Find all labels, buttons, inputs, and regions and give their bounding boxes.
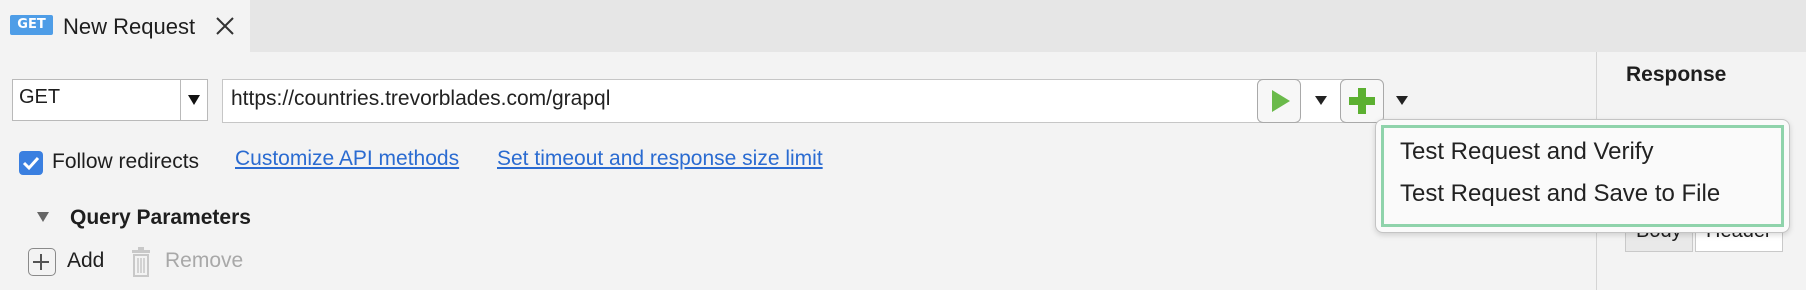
run-dropdown-caret-icon[interactable] [1315, 96, 1327, 105]
remove-param-button: Remove [165, 249, 244, 272]
response-title: Response [1626, 63, 1727, 86]
set-timeout-link[interactable]: Set timeout and response size limit [497, 147, 823, 171]
url-input[interactable]: https://countries.trevorblades.com/grapq… [222, 79, 1365, 123]
query-parameters-title: Query Parameters [70, 206, 251, 229]
run-options-menu: Test Request and Verify Test Request and… [1375, 119, 1790, 233]
add-param-button[interactable]: Add [67, 249, 104, 273]
method-badge: GET [10, 15, 53, 35]
tab-title: New Request [63, 14, 196, 39]
menu-item-test-and-verify[interactable]: Test Request and Verify [1400, 138, 1653, 166]
follow-redirects-label: Follow redirects [52, 150, 200, 173]
follow-redirects-checkbox[interactable] [19, 151, 43, 175]
customize-api-methods-link[interactable]: Customize API methods [235, 147, 459, 171]
chevron-down-icon[interactable] [180, 80, 207, 120]
add-dropdown-caret-icon[interactable] [1396, 96, 1408, 105]
add-param-icon[interactable] [28, 248, 56, 276]
tab-new-request[interactable]: GET New Request [0, 0, 250, 52]
trash-icon [132, 247, 150, 277]
menu-item-test-and-save[interactable]: Test Request and Save to File [1400, 180, 1720, 208]
method-value: GET [19, 86, 61, 108]
run-button[interactable] [1257, 79, 1301, 123]
check-icon [22, 156, 40, 171]
add-request-button[interactable] [1340, 79, 1384, 123]
collapse-triangle-icon[interactable] [37, 212, 49, 222]
play-icon [1272, 90, 1290, 112]
method-select[interactable]: GET [12, 79, 208, 121]
close-icon[interactable] [213, 14, 237, 38]
tab-strip: GET New Request [0, 0, 1806, 52]
plus-icon [1349, 88, 1375, 114]
